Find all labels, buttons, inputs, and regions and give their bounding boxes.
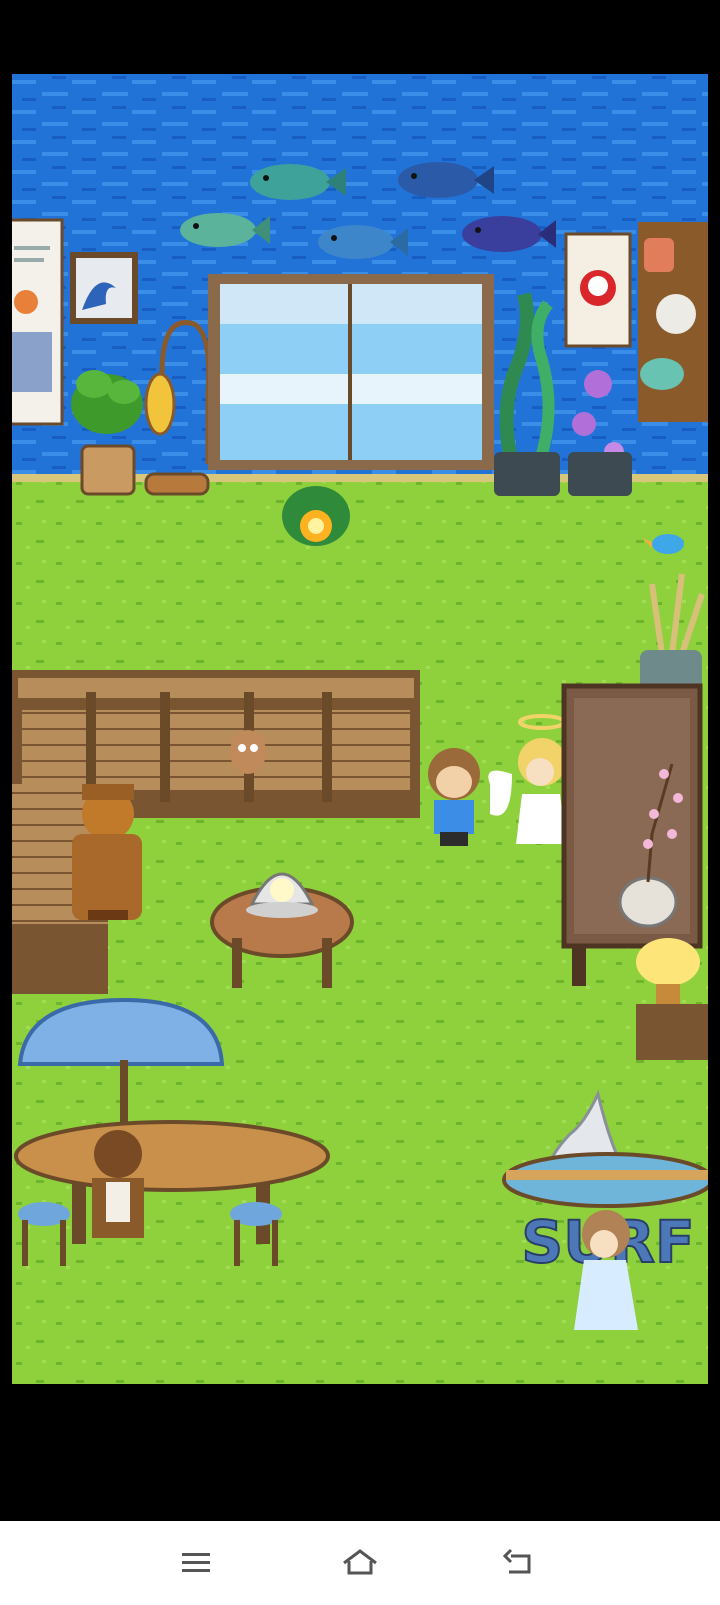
- daruma-scroll[interactable]: [564, 232, 632, 348]
- menu-icon: [182, 1553, 210, 1572]
- wall-shelf[interactable]: [638, 222, 708, 422]
- menu-button[interactable]: [168, 1539, 224, 1587]
- back-icon: [503, 1548, 531, 1574]
- system-navigation-bar: [0, 1521, 720, 1605]
- lantern-creature[interactable]: [282, 486, 350, 546]
- game-scene[interactable]: SURF: [12, 74, 708, 1384]
- top-black-bar: [0, 0, 720, 74]
- window[interactable]: [208, 274, 494, 470]
- hanging-scroll[interactable]: [12, 218, 64, 426]
- home-button[interactable]: [332, 1539, 388, 1587]
- wave-painting[interactable]: [70, 252, 138, 324]
- seated-character[interactable]: [92, 1130, 144, 1238]
- back-button[interactable]: [492, 1539, 548, 1587]
- bottom-black-area: [0, 1384, 720, 1521]
- owl[interactable]: [230, 730, 266, 774]
- home-icon: [343, 1549, 377, 1575]
